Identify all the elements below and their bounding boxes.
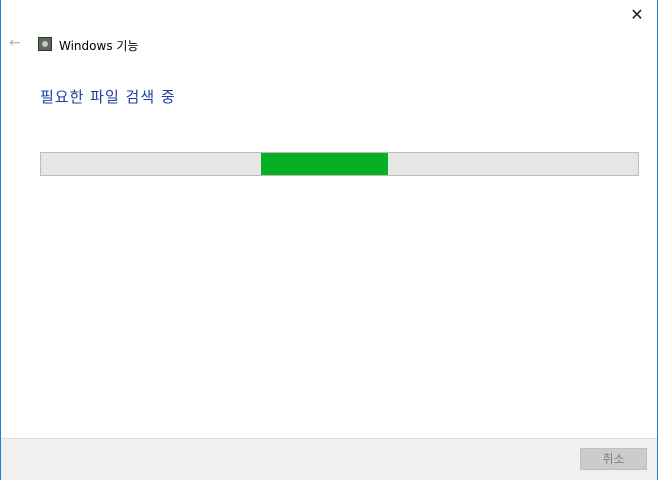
- close-icon[interactable]: ✕: [625, 4, 649, 26]
- page-heading: 필요한 파일 검색 중: [40, 88, 176, 106]
- footer: 취소: [1, 438, 657, 480]
- window-title: Windows 기능: [59, 39, 139, 53]
- progress-bar: [40, 152, 639, 176]
- cancel-button[interactable]: 취소: [580, 448, 647, 470]
- dialog-window: ✕ ← Windows 기능 필요한 파일 검색 중 취소: [0, 0, 658, 480]
- windows-features-icon: [38, 37, 52, 51]
- progress-fill: [261, 153, 388, 175]
- back-arrow-icon[interactable]: ←: [9, 35, 21, 51]
